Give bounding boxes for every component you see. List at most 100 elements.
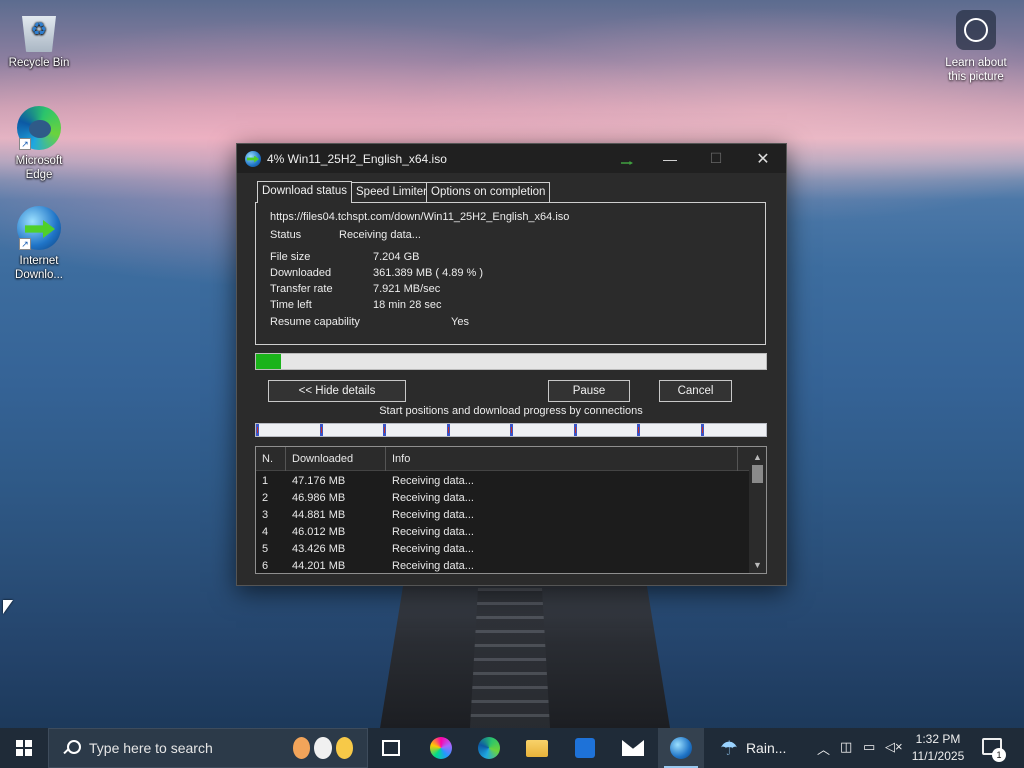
edge-icon bbox=[478, 737, 500, 759]
column-header-info[interactable]: Info bbox=[386, 447, 738, 471]
row-downloaded: 46.986 MB bbox=[292, 492, 346, 504]
taskbar-file-explorer[interactable] bbox=[514, 728, 560, 768]
taskbar-clock[interactable]: 1:32 PM 11/1/2025 bbox=[900, 731, 976, 765]
row-number: 4 bbox=[262, 526, 269, 538]
shortcut-arrow-icon: ↗ bbox=[19, 238, 31, 250]
taskbar-internet-download-manager[interactable] bbox=[658, 728, 704, 768]
mouse-cursor-icon bbox=[3, 600, 13, 614]
time-left-label: Time left bbox=[270, 299, 312, 311]
scroll-up-icon[interactable]: ▲ bbox=[749, 449, 766, 465]
chevron-up-icon[interactable]: ︿ bbox=[817, 739, 830, 758]
row-downloaded: 43.426 MB bbox=[292, 543, 346, 555]
taskbar-search-box[interactable]: Type here to search bbox=[48, 728, 368, 768]
window-titlebar[interactable]: 4% Win11_25H2_English_x64.iso — ☐ ✕ bbox=[237, 144, 786, 173]
status-label: Status bbox=[270, 229, 302, 241]
idm-icon bbox=[670, 737, 692, 759]
taskbar: Type here to search ☂ Rain... ︿ ◫ ▭ ◁× 1… bbox=[0, 728, 1024, 768]
row-downloaded: 47.176 MB bbox=[292, 475, 346, 487]
close-button[interactable]: ✕ bbox=[740, 144, 786, 173]
list-scrollbar[interactable]: ▲ ▼ bbox=[749, 447, 766, 573]
camera-icon bbox=[956, 10, 996, 50]
downloaded-value: 361.389 MB ( 4.89 % ) bbox=[373, 267, 484, 279]
transfer-arrow-icon bbox=[621, 161, 633, 165]
hide-details-button[interactable]: << Hide details bbox=[268, 380, 406, 402]
connection-start-marker bbox=[446, 424, 450, 436]
taskbar-task-view[interactable] bbox=[368, 728, 414, 768]
notification-count-badge: 1 bbox=[992, 748, 1006, 762]
tab-speed-limiter[interactable]: Speed Limiter bbox=[351, 182, 432, 202]
clock-time: 1:32 PM bbox=[915, 732, 961, 746]
table-row[interactable]: 6 44.201 MB Receiving data... bbox=[256, 558, 750, 573]
row-number: 3 bbox=[262, 509, 269, 521]
row-downloaded: 46.012 MB bbox=[292, 526, 346, 538]
transfer-rate-value: 7.921 MB/sec bbox=[373, 283, 441, 295]
pause-button[interactable]: Pause bbox=[548, 380, 630, 402]
idm-icon bbox=[245, 150, 261, 167]
taskbar-weather[interactable]: ☂ Rain... bbox=[712, 728, 808, 768]
umbrella-rain-icon: ☂ bbox=[720, 737, 738, 760]
scrollbar-thumb[interactable] bbox=[752, 465, 763, 483]
tab-download-status[interactable]: Download status bbox=[257, 181, 353, 203]
table-row[interactable]: 5 43.426 MB Receiving data... bbox=[256, 541, 750, 558]
desktop-icon-recycle-bin[interactable]: Recycle Bin bbox=[3, 8, 75, 70]
table-row[interactable]: 3 44.881 MB Receiving data... bbox=[256, 507, 750, 524]
search-icon bbox=[63, 740, 81, 756]
connections-list-header: N. Downloaded Info bbox=[256, 447, 750, 471]
task-view-icon bbox=[382, 740, 400, 756]
column-header-downloaded[interactable]: Downloaded bbox=[286, 447, 386, 471]
table-row[interactable]: 1 47.176 MB Receiving data... bbox=[256, 473, 750, 490]
learn-about-picture-label: Learn about this picture bbox=[945, 57, 1007, 83]
learn-about-picture[interactable]: Learn about this picture bbox=[938, 10, 1014, 84]
row-info: Receiving data... bbox=[392, 475, 474, 487]
downloaded-label: Downloaded bbox=[270, 267, 332, 279]
store-icon bbox=[575, 738, 595, 758]
edge-icon: ↗ bbox=[17, 106, 61, 150]
minimize-button[interactable]: — bbox=[647, 144, 693, 173]
file-size-value: 7.204 GB bbox=[373, 251, 420, 263]
time-left-value: 18 min 28 sec bbox=[373, 299, 442, 311]
row-number: 2 bbox=[262, 492, 269, 504]
scroll-down-icon[interactable]: ▼ bbox=[749, 557, 766, 573]
search-placeholder: Type here to search bbox=[89, 740, 213, 756]
resume-capability-value: Yes bbox=[451, 316, 469, 328]
connection-start-marker bbox=[637, 424, 640, 436]
status-value: Receiving data... bbox=[339, 229, 421, 241]
row-info: Receiving data... bbox=[392, 492, 474, 504]
row-downloaded: 44.881 MB bbox=[292, 509, 346, 521]
tab-options-on-completion[interactable]: Options on completion bbox=[426, 182, 551, 202]
maximize-button[interactable]: ☐ bbox=[693, 144, 739, 173]
taskbar-mail[interactable] bbox=[610, 728, 656, 768]
column-header-number[interactable]: N. bbox=[256, 447, 286, 471]
idm-icon: ↗ bbox=[17, 206, 61, 250]
start-button[interactable] bbox=[0, 728, 48, 768]
row-info: Receiving data... bbox=[392, 526, 474, 538]
shortcut-arrow-icon: ↗ bbox=[19, 138, 31, 150]
taskbar-edge[interactable] bbox=[466, 728, 512, 768]
taskbar-store[interactable] bbox=[562, 728, 608, 768]
cancel-button[interactable]: Cancel bbox=[659, 380, 732, 402]
search-highlight-icon bbox=[293, 737, 353, 761]
desktop-icon-microsoft-edge[interactable]: ↗ Microsoft Edge bbox=[3, 106, 75, 182]
download-progress-window: 4% Win11_25H2_English_x64.iso — ☐ ✕ Down… bbox=[236, 143, 787, 586]
desktop-icon-internet-download-manager[interactable]: ↗ Internet Downlo... bbox=[3, 206, 75, 282]
connections-progress-bar bbox=[255, 423, 767, 437]
table-row[interactable]: 4 46.012 MB Receiving data... bbox=[256, 524, 750, 541]
table-row[interactable]: 2 46.986 MB Receiving data... bbox=[256, 490, 750, 507]
download-url: https://files04.tchspt.com/down/Win11_25… bbox=[270, 211, 570, 223]
desktop-icon-label: Microsoft Edge bbox=[15, 155, 63, 181]
copilot-icon bbox=[430, 737, 452, 759]
taskbar-copilot[interactable] bbox=[418, 728, 464, 768]
row-info: Receiving data... bbox=[392, 560, 474, 572]
connection-start-marker bbox=[383, 424, 386, 436]
mail-icon bbox=[622, 740, 644, 756]
connection-start-marker bbox=[319, 424, 323, 436]
desktop-icon-label: Internet Downlo... bbox=[15, 255, 63, 281]
connections-caption: Start positions and download progress by… bbox=[379, 405, 643, 417]
network-icon[interactable]: ▭ bbox=[863, 739, 875, 755]
window-title: 4% Win11_25H2_English_x64.iso bbox=[267, 151, 447, 166]
meet-now-icon[interactable]: ◫ bbox=[840, 739, 852, 755]
resume-capability-label: Resume capability bbox=[270, 316, 360, 328]
connection-start-marker bbox=[700, 424, 704, 436]
file-size-label: File size bbox=[270, 251, 311, 263]
recycle-bin-icon bbox=[22, 16, 56, 52]
